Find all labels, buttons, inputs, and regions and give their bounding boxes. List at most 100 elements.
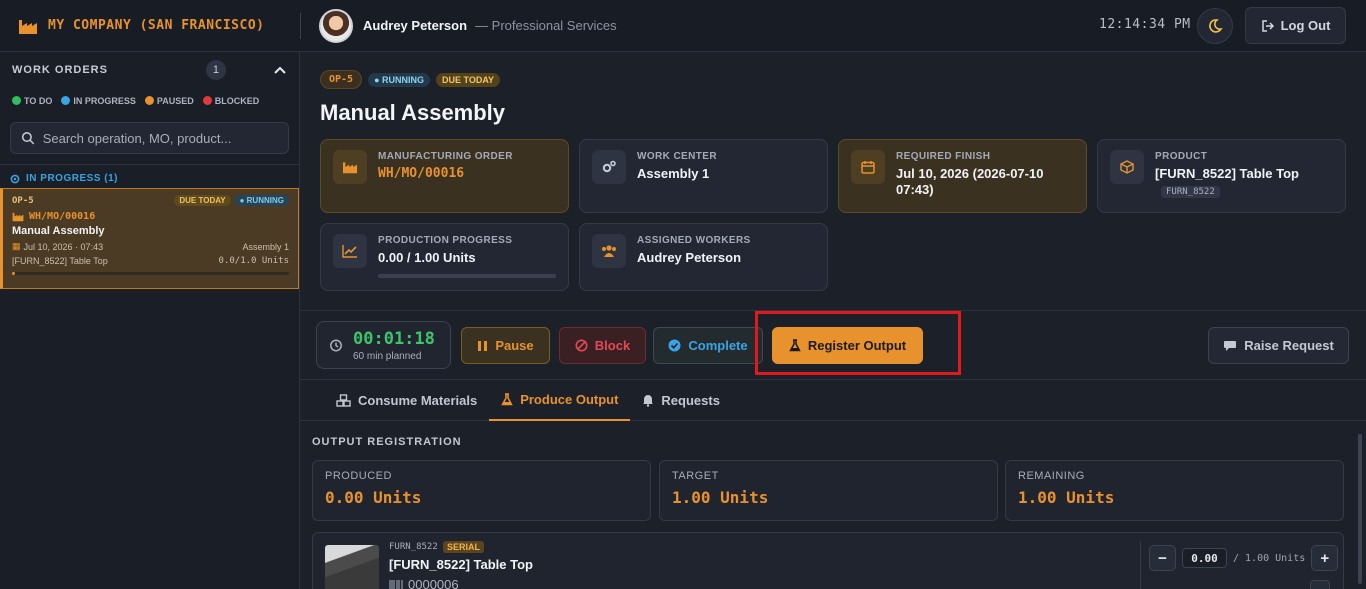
gears-icon	[592, 150, 626, 184]
quantity-stepper: − 0.00 / 1.00 Units +	[1149, 545, 1339, 571]
timer-value: 00:01:18	[353, 328, 435, 349]
bell-icon	[643, 395, 654, 407]
brand: MY COMPANY (SAN FRANCISCO)	[0, 0, 300, 51]
card-name: Manual Assembly	[12, 225, 105, 237]
card-product: [FURN_8522] Table Top	[12, 256, 108, 266]
running-badge: ● RUNNING	[234, 195, 289, 206]
remaining-label: REMAINING	[1018, 470, 1085, 482]
card-meta-row: ▦ Jul 10, 2026 · 07:43 Assembly 1	[12, 241, 289, 252]
output-registration-title: OUTPUT REGISTRATION	[312, 436, 462, 448]
logout-icon	[1261, 19, 1274, 32]
card-progress-bar	[12, 272, 289, 275]
sidebar-title: WORK ORDERS	[12, 64, 108, 76]
assigned-workers-card: ASSIGNED WORKERS Audrey Peterson	[579, 223, 828, 291]
legend-todo: TO DO	[12, 96, 52, 106]
search-box[interactable]	[10, 122, 289, 154]
complete-label: Complete	[688, 338, 748, 353]
factory-icon	[12, 212, 24, 222]
required-finish-card: REQUIRED FINISH Jul 10, 2026 (2026-07-10…	[838, 139, 1087, 213]
avatar	[319, 8, 353, 43]
progress-label: PRODUCTION PROGRESS	[378, 235, 513, 246]
logout-button[interactable]: Log Out	[1245, 7, 1346, 44]
product-tag: FURN_8522	[1161, 186, 1220, 198]
user-name: Audrey Peterson	[363, 18, 468, 33]
produced-value: 0.00 Units	[325, 488, 422, 507]
serial-number-value: 0000006	[408, 577, 459, 589]
tab-produce-output[interactable]: Produce Output	[489, 380, 631, 421]
product-card: PRODUCT [FURN_8522] Table Top FURN_8522	[1097, 139, 1346, 213]
highlight-box	[755, 311, 961, 375]
card-op: OP-5	[12, 195, 34, 206]
page-title: Manual Assembly	[320, 100, 506, 125]
op-chip: OP-5	[320, 70, 363, 89]
complete-button[interactable]: Complete	[653, 327, 763, 364]
row-divider	[1140, 541, 1141, 589]
work-order-card[interactable]: OP-5 DUE TODAY ● RUNNING WH/MO/00016 Man…	[0, 188, 299, 289]
remaining-value: 1.00 Units	[1018, 488, 1115, 507]
increment-button[interactable]: +	[1311, 545, 1339, 571]
product-sku: FURN_8522	[389, 542, 438, 552]
factory-icon	[333, 150, 367, 184]
decrement-button[interactable]: −	[1149, 545, 1176, 571]
clock: 12:14:34 PM	[1099, 17, 1191, 32]
pause-button[interactable]: Pause	[461, 327, 550, 364]
card-product-row: [FURN_8522] Table Top 0.0/1.0 Units	[12, 256, 289, 266]
raise-request-label: Raise Request	[1244, 338, 1334, 353]
product-value: [FURN_8522] Table Top	[1155, 166, 1299, 181]
moon-icon	[1209, 19, 1223, 33]
action-icon[interactable]	[1310, 580, 1330, 589]
user-info: Audrey Peterson — Professional Services	[319, 8, 617, 43]
work-order-count: 1	[205, 60, 226, 80]
sidebar-header[interactable]: WORK ORDERS 1	[0, 52, 299, 88]
search-input[interactable]	[42, 130, 278, 146]
barcode-icon	[389, 579, 403, 589]
workers-label: ASSIGNED WORKERS	[637, 235, 751, 246]
calendar-icon: ▦	[12, 241, 21, 251]
chevron-up-icon[interactable]	[273, 63, 287, 77]
block-button[interactable]: Block	[559, 327, 646, 364]
card-mo-row: WH/MO/00016	[12, 211, 289, 222]
users-icon	[592, 234, 626, 268]
due-today-chip: DUE TODAY	[436, 72, 501, 87]
calendar-icon	[851, 150, 885, 184]
output-product-row: FURN_8522 SERIAL [FURN_8522] Table Top 0…	[312, 532, 1344, 589]
wc-value: Assembly 1	[637, 166, 710, 181]
target-value: 1.00 Units	[672, 488, 769, 507]
raise-request-button[interactable]: Raise Request	[1208, 327, 1349, 364]
product-label: PRODUCT	[1155, 151, 1208, 162]
section-label: IN PROGRESS (1)	[26, 173, 118, 184]
card-top-row: OP-5 DUE TODAY ● RUNNING	[12, 195, 289, 206]
mo-value[interactable]: WH/MO/00016	[378, 166, 513, 182]
quantity-input[interactable]: 0.00	[1182, 548, 1227, 568]
scrollbar[interactable]	[1358, 434, 1362, 584]
card-date: Jul 10, 2026 · 07:43	[23, 241, 104, 252]
product-thumbnail	[325, 545, 379, 589]
tab-consume-materials[interactable]: Consume Materials	[324, 380, 489, 421]
flask-icon	[501, 393, 513, 406]
header-badges: OP-5 ● RUNNING DUE TODAY	[320, 70, 501, 89]
tab-requests[interactable]: Requests	[630, 380, 732, 421]
target-stat: TARGET 1.00 Units	[659, 460, 998, 521]
theme-toggle-button[interactable]	[1197, 8, 1233, 44]
company-name: MY COMPANY (SAN FRANCISCO)	[48, 18, 265, 33]
finish-value: Jul 10, 2026 (2026-07-10 07:43)	[896, 166, 1044, 197]
tab-label: Produce Output	[520, 392, 619, 407]
action-bar: 00:01:18 60 min planned Pause Block Comp…	[300, 310, 1366, 380]
cubes-icon	[336, 394, 351, 407]
mo-label: MANUFACTURING ORDER	[378, 151, 513, 162]
serial-number: 0000006	[389, 577, 459, 589]
timer-planned: 60 min planned	[353, 350, 422, 362]
product-name: [FURN_8522] Table Top	[389, 557, 533, 572]
legend-in-progress: IN PROGRESS	[61, 96, 136, 106]
ban-icon	[575, 339, 588, 352]
progress-bar	[378, 274, 556, 278]
logout-label: Log Out	[1280, 18, 1331, 33]
card-workcenter: Assembly 1	[242, 241, 289, 252]
produced-stat: PRODUCED 0.00 Units	[312, 460, 651, 521]
progress-circle-icon	[10, 174, 20, 183]
legend-blocked: BLOCKED	[202, 96, 259, 106]
wc-label: WORK CENTER	[637, 151, 717, 162]
work-center-card: WORK CENTER Assembly 1	[579, 139, 828, 213]
tab-label: Consume Materials	[358, 393, 478, 408]
target-label: TARGET	[672, 470, 719, 482]
